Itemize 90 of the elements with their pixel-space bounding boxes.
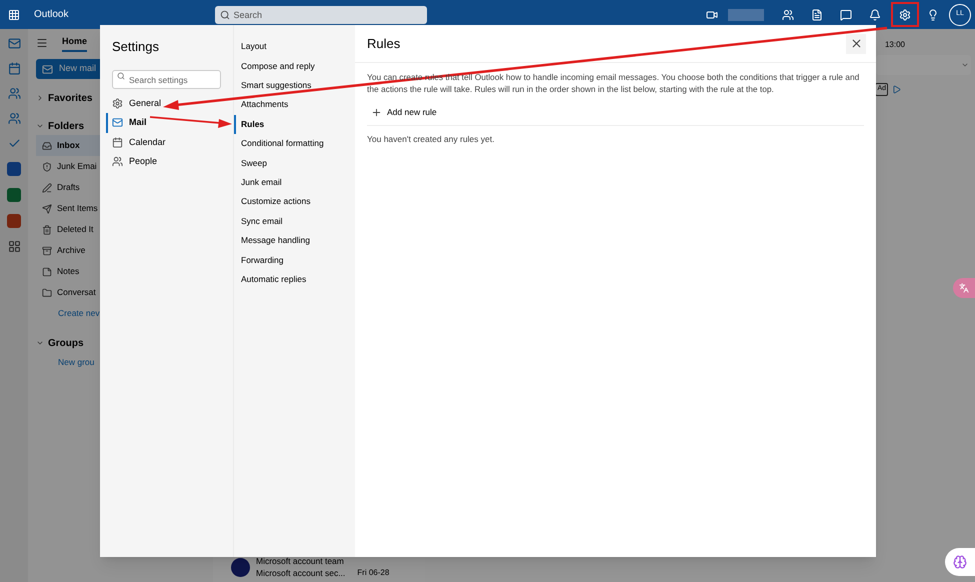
message-date: Fri 06-28 <box>357 567 390 580</box>
menu-icon[interactable] <box>36 37 48 49</box>
folder-icon <box>42 288 52 298</box>
groups-icon[interactable] <box>8 112 20 125</box>
mail-icon <box>112 117 123 128</box>
chevron-icon[interactable] <box>36 339 44 347</box>
settings-subcategory[interactable]: Message handling <box>234 230 355 250</box>
settings-subcategory[interactable]: Junk email <box>234 172 355 192</box>
empty-message: You haven't created any rules yet. <box>366 133 496 146</box>
settings-subcategory[interactable]: Smart suggestions <box>234 76 355 96</box>
assistant-button[interactable] <box>945 548 975 576</box>
folder-item[interactable]: Sent Items <box>36 198 116 219</box>
mail-icon[interactable] <box>8 37 20 50</box>
settings-subcategory[interactable]: Customize actions <box>234 192 355 212</box>
bell-icon[interactable] <box>869 8 881 20</box>
folder-item[interactable]: Notes <box>36 261 116 282</box>
settings-subcategory[interactable]: Conditional formatting <box>234 134 355 154</box>
calendar-icon <box>112 136 123 148</box>
message-subject: Microsoft account sec... <box>256 567 346 580</box>
folder-item[interactable]: Drafts <box>36 177 116 198</box>
search-icon <box>117 72 125 80</box>
app-name: Outlook <box>34 8 68 22</box>
section-header[interactable]: Folders <box>48 118 84 134</box>
settings-icon[interactable] <box>899 8 911 20</box>
shield-icon <box>42 162 52 172</box>
settings-category[interactable]: General <box>106 94 221 113</box>
page-title: Rules <box>367 34 400 53</box>
redacted-block <box>728 8 764 20</box>
settings-subcategory[interactable]: Compose and reply <box>234 56 355 76</box>
settings-subcategory[interactable]: Rules <box>234 114 355 134</box>
folder-item[interactable]: Conversat <box>36 282 116 303</box>
search-settings-field[interactable]: Search settings <box>112 70 221 89</box>
settings-subcategory[interactable]: Attachments <box>234 95 355 115</box>
people-icon[interactable] <box>782 8 794 20</box>
send-icon <box>42 204 52 214</box>
folder-label: Archive <box>57 244 86 257</box>
folder-item[interactable]: Deleted It <box>36 219 116 240</box>
settings-subcategory[interactable]: Sync email <box>234 212 355 231</box>
chevron-icon[interactable] <box>36 94 44 102</box>
settings-subcategory[interactable]: Sweep <box>234 153 355 173</box>
chevron-icon <box>961 61 969 69</box>
apps-icon[interactable] <box>8 240 20 253</box>
brain-icon <box>953 555 967 569</box>
play-icon[interactable] <box>892 84 901 94</box>
folder-label: Deleted It <box>57 223 94 236</box>
mail-icon <box>42 64 53 74</box>
settings-subcategory[interactable]: Layout <box>234 37 355 56</box>
chevron-icon[interactable] <box>36 122 44 130</box>
section-header[interactable]: Favorites <box>48 90 92 106</box>
video-icon[interactable] <box>706 8 718 20</box>
sender-avatar <box>231 558 250 577</box>
folder-item[interactable]: Archive <box>36 240 116 261</box>
ribbon-tab[interactable]: Home <box>62 34 88 52</box>
document-icon[interactable] <box>811 8 823 20</box>
close-icon <box>850 37 862 50</box>
settings-subcategory[interactable]: Forwarding <box>234 250 355 270</box>
chat-icon[interactable] <box>840 8 852 20</box>
settings-subcategory[interactable]: Automatic replies <box>234 270 355 290</box>
people-icon <box>112 156 123 168</box>
section-header[interactable]: Groups <box>48 336 84 350</box>
translate-icon <box>959 283 969 293</box>
trash-icon <box>42 224 52 234</box>
folder-label: Sent Items <box>57 202 98 215</box>
excel-icon[interactable] <box>7 188 21 202</box>
translate-button[interactable] <box>953 278 975 298</box>
lightbulb-icon[interactable] <box>927 8 939 20</box>
folder-label: Junk Emai <box>57 160 97 173</box>
search-icon <box>220 10 230 20</box>
folder-label: Notes <box>57 265 80 278</box>
inbox-icon <box>42 140 52 150</box>
add-rule-button[interactable]: Add new rule <box>371 103 437 121</box>
pencil-icon <box>42 182 52 192</box>
dropdown-field[interactable] <box>876 55 971 75</box>
settings-icon <box>112 98 123 109</box>
folder-label: Inbox <box>57 139 80 152</box>
archive-icon <box>42 246 52 256</box>
folder-label: Drafts <box>57 181 80 194</box>
powerpoint-icon[interactable] <box>7 214 21 228</box>
folder-label: Conversat <box>57 286 96 299</box>
app-launcher-icon[interactable] <box>8 8 20 20</box>
create-link[interactable]: New grou <box>58 352 94 373</box>
note-icon <box>42 266 52 276</box>
word-icon[interactable] <box>7 162 21 176</box>
settings-title: Settings <box>112 38 160 56</box>
search-field[interactable]: Search <box>215 6 428 24</box>
sender-name: Microsoft account team <box>256 554 345 568</box>
calendar-icon[interactable] <box>8 62 20 75</box>
time-label: 13:00 <box>884 39 905 51</box>
plus-icon <box>371 106 382 118</box>
close-button[interactable] <box>846 34 866 54</box>
